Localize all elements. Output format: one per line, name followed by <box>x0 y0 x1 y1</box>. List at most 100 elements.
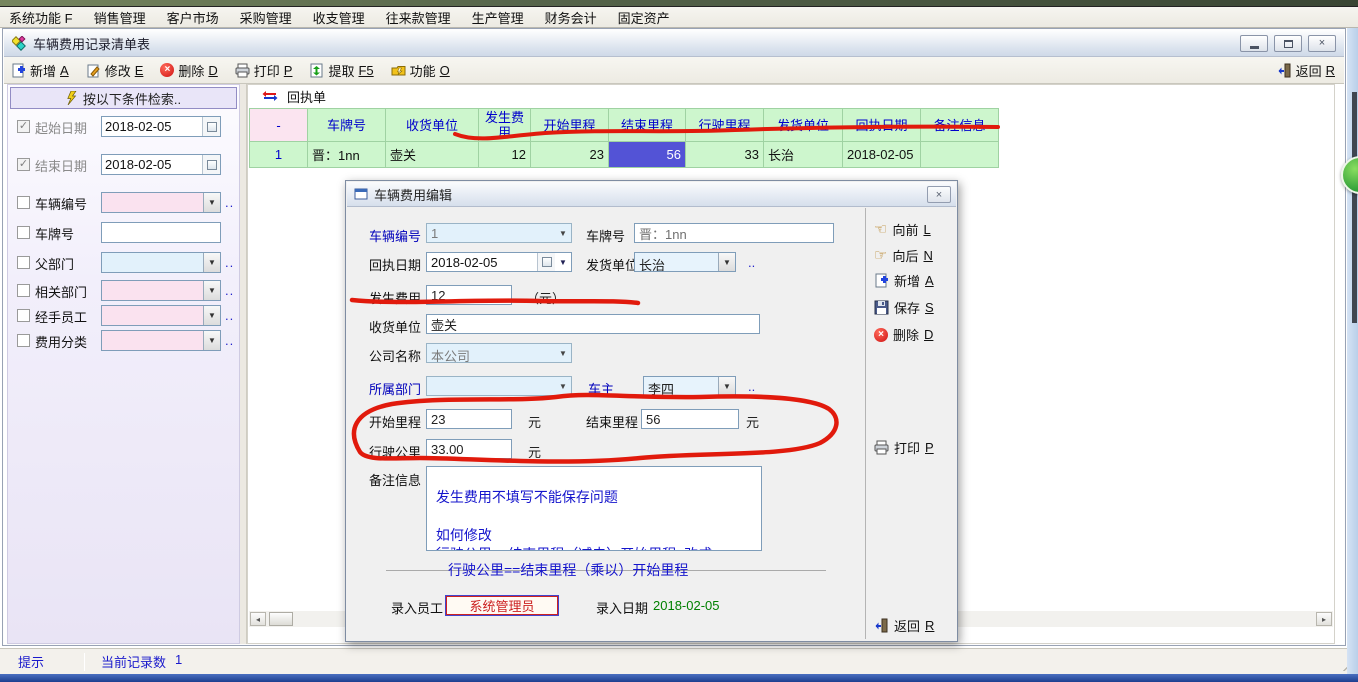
cell-sender[interactable]: 长治 <box>764 142 843 168</box>
scroll-right-icon[interactable]: ▸ <box>1316 612 1332 626</box>
chevron-down-icon[interactable]: ▼ <box>718 377 735 395</box>
cell-plate[interactable]: 晋：1nn <box>308 142 386 168</box>
end-date-checkbox[interactable]: ✓ <box>17 158 30 171</box>
col-header-start-mileage[interactable]: 开始里程 <box>531 108 609 142</box>
scroll-left-icon[interactable]: ◂ <box>250 612 266 626</box>
cell-receiver[interactable]: 壶关 <box>386 142 479 168</box>
staff-lookup[interactable]: .. <box>225 308 234 323</box>
plate-input[interactable] <box>634 223 834 243</box>
parent-dept-lookup[interactable]: .. <box>225 255 234 270</box>
plate-input[interactable] <box>101 222 221 243</box>
calendar-icon[interactable] <box>202 117 220 136</box>
panel-splitter[interactable] <box>240 84 247 644</box>
col-header-index[interactable]: - <box>250 108 308 142</box>
col-header-distance[interactable]: 行驶里程 <box>686 108 764 142</box>
table-row[interactable]: 1 晋：1nn 壶关 12 23 56 33 长治 2018-02-05 <box>250 142 999 168</box>
fee-category-combo[interactable]: ▼ <box>101 330 221 351</box>
menu-item-purchasing[interactable]: 采购管理 <box>240 8 292 27</box>
staff-checkbox[interactable] <box>17 309 30 322</box>
remark-textarea[interactable]: 发生费用不填写不能保存问题 如何修改 行驶公里==结束里程（减去）开始里程 改成 <box>426 466 762 551</box>
chevron-down-icon[interactable]: ▼ <box>203 331 220 350</box>
dialog-add-button[interactable]: 新增A <box>874 271 934 290</box>
function-button[interactable]: 功能O <box>391 61 450 80</box>
staff-combo[interactable]: ▼ <box>101 305 221 326</box>
col-header-receiver[interactable]: 收货单位 <box>386 108 479 142</box>
vertical-scrollbar[interactable] <box>1352 92 1357 323</box>
distance-input[interactable] <box>426 439 512 459</box>
save-button[interactable]: 保存S <box>874 298 934 317</box>
owner-lookup[interactable]: .. <box>748 379 755 394</box>
menu-item-finance[interactable]: 财务会计 <box>545 8 597 27</box>
scrollbar-thumb[interactable] <box>269 612 293 626</box>
dialog-delete-button[interactable]: × 删除D <box>874 325 933 344</box>
dialog-back-button[interactable]: 返回R <box>874 616 934 635</box>
cell-distance[interactable]: 33 <box>686 142 764 168</box>
receiver-input[interactable] <box>426 314 760 334</box>
col-header-sender[interactable]: 发货单位 <box>764 108 843 142</box>
close-button[interactable]: × <box>1308 35 1336 52</box>
chevron-down-icon[interactable]: ▼ <box>203 193 220 212</box>
owner-combo[interactable]: 李四 ▼ <box>643 376 736 396</box>
cell-remark[interactable] <box>921 142 999 168</box>
start-mileage-input[interactable] <box>426 409 512 429</box>
cell-start-mileage[interactable]: 23 <box>531 142 609 168</box>
plate-checkbox[interactable] <box>17 226 30 239</box>
minimize-button[interactable] <box>1240 35 1268 52</box>
chevron-down-icon[interactable]: ▼ <box>203 253 220 272</box>
edit-button[interactable]: 修改E <box>86 61 144 80</box>
rel-dept-lookup[interactable]: .. <box>225 283 234 298</box>
delete-button[interactable]: × 删除D <box>160 61 217 80</box>
sender-lookup[interactable]: .. <box>748 255 755 270</box>
next-button[interactable]: ☞ 向后N <box>874 246 933 265</box>
start-date-checkbox[interactable]: ✓ <box>17 120 30 133</box>
extract-button[interactable]: 提取F5 <box>309 61 373 80</box>
cell-end-mileage-selected[interactable]: 56 <box>609 142 686 168</box>
print-button[interactable]: 打印P <box>235 61 293 80</box>
chevron-down-icon[interactable]: ▼ <box>555 253 571 271</box>
dialog-close-button[interactable]: × <box>927 186 951 203</box>
menu-item-income-expense[interactable]: 收支管理 <box>313 8 365 27</box>
chevron-down-icon[interactable]: ▼ <box>203 306 220 325</box>
menu-item-system[interactable]: 系统功能 F <box>9 8 73 27</box>
dialog-print-button[interactable]: 打印P <box>874 438 934 457</box>
menu-item-fixed-assets[interactable]: 固定资产 <box>618 8 670 27</box>
menu-item-production[interactable]: 生产管理 <box>472 8 524 27</box>
sender-combo[interactable]: 长治 ▼ <box>634 252 736 272</box>
cell-index[interactable]: 1 <box>250 142 308 168</box>
calendar-icon[interactable] <box>202 155 220 174</box>
parent-dept-combo[interactable]: ▼ <box>101 252 221 273</box>
search-panel-header[interactable]: 按以下条件检索.. <box>10 87 237 109</box>
list-tab-label[interactable]: 回执单 <box>287 87 326 106</box>
col-header-plate[interactable]: 车牌号 <box>308 108 386 142</box>
vehicle-no-checkbox[interactable] <box>17 196 30 209</box>
fee-category-checkbox[interactable] <box>17 334 30 347</box>
fee-input[interactable] <box>426 285 512 305</box>
menu-item-customers[interactable]: 客户市场 <box>167 8 219 27</box>
prev-button[interactable]: ☜ 向前L <box>874 220 931 239</box>
col-header-date[interactable]: 回执日期 <box>843 108 921 142</box>
add-button[interactable]: 新增A <box>11 61 69 80</box>
menu-item-current-accounts[interactable]: 往来款管理 <box>386 8 451 27</box>
receipt-date-field[interactable]: 2018-02-05 ▼ <box>426 252 572 272</box>
col-header-end-mileage[interactable]: 结束里程 <box>609 108 686 142</box>
rel-dept-combo[interactable]: ▼ <box>101 280 221 301</box>
end-mileage-input[interactable] <box>641 409 739 429</box>
parent-dept-checkbox[interactable] <box>17 256 30 269</box>
chevron-down-icon[interactable]: ▼ <box>718 253 735 271</box>
calendar-icon[interactable] <box>537 253 555 271</box>
vehicle-no-combo[interactable]: ▼ <box>101 192 221 213</box>
cell-date[interactable]: 2018-02-05 <box>843 142 921 168</box>
cell-fee[interactable]: 12 <box>479 142 531 168</box>
chevron-down-icon[interactable]: ▼ <box>203 281 220 300</box>
entry-staff-box[interactable]: 系统管理员 <box>446 596 558 615</box>
col-header-fee[interactable]: 发生费用 <box>479 108 531 142</box>
rel-dept-checkbox[interactable] <box>17 284 30 297</box>
vehicle-no-lookup[interactable]: .. <box>225 195 234 210</box>
maximize-button[interactable] <box>1274 35 1302 52</box>
fee-category-lookup[interactable]: .. <box>225 333 234 348</box>
start-date-field[interactable]: 2018-02-05 <box>101 116 221 137</box>
back-button[interactable]: 返回R <box>1277 57 1335 83</box>
end-date-field[interactable]: 2018-02-05 <box>101 154 221 175</box>
menu-item-sales[interactable]: 销售管理 <box>94 8 146 27</box>
col-header-remark[interactable]: 备注信息 <box>921 108 999 142</box>
